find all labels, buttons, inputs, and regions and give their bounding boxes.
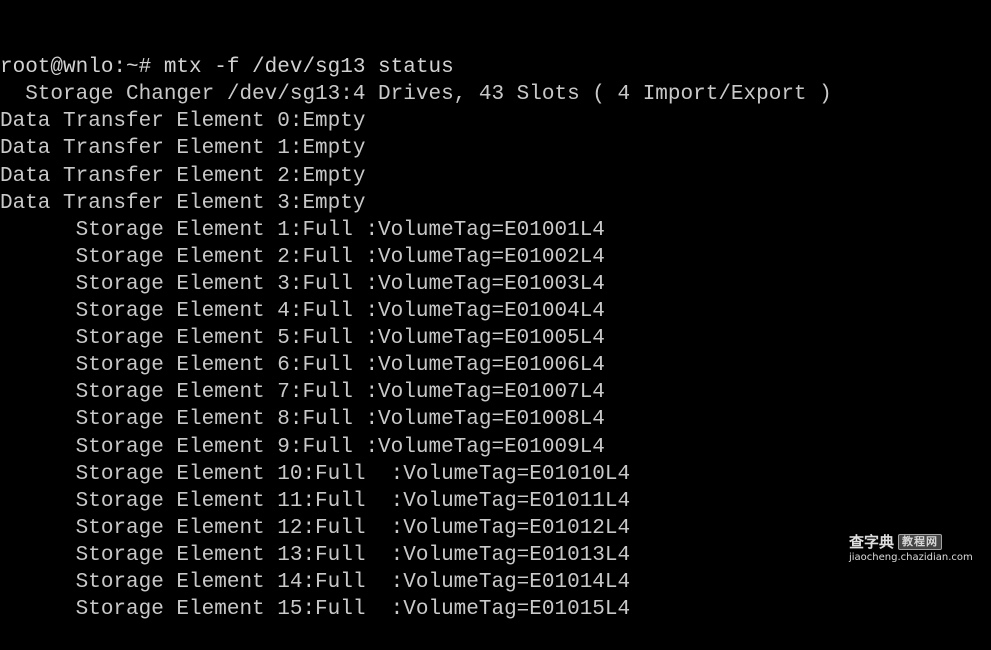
terminal-output-line: Data Transfer Element 0:Empty bbox=[0, 110, 366, 134]
terminal-output-line: Storage Element 7:Full :VolumeTag=E01007… bbox=[0, 381, 605, 405]
watermark-url: jiaocheng.chazidian.com bbox=[849, 552, 973, 563]
terminal-output-line: Storage Element 15:Full :VolumeTag=E0101… bbox=[0, 598, 631, 622]
terminal-output-line: Storage Element 10:Full :VolumeTag=E0101… bbox=[0, 462, 631, 486]
site-watermark: 查字典 教程网 jiaocheng.chazidian.com bbox=[849, 533, 988, 564]
watermark-chinese-badge: 教程网 bbox=[898, 534, 943, 550]
terminal-output-line: Storage Element 5:Full :VolumeTag=E01005… bbox=[0, 327, 605, 351]
watermark-chinese-title: 查字典 bbox=[849, 532, 895, 551]
terminal-prompt-line: root@wnlo:~# mtx -f /dev/sg13 status bbox=[0, 56, 454, 80]
terminal-output-line: Storage Element 6:Full :VolumeTag=E01006… bbox=[0, 354, 605, 378]
terminal-output-line: Storage Element 4:Full :VolumeTag=E01004… bbox=[0, 300, 605, 324]
terminal-output-line: Storage Changer /dev/sg13:4 Drives, 43 S… bbox=[0, 83, 832, 107]
terminal-output: root@wnlo:~# mtx -f /dev/sg13 status Sto… bbox=[0, 54, 991, 623]
terminal-output-line: Storage Element 14:Full :VolumeTag=E0101… bbox=[0, 570, 631, 594]
terminal-output-line: Storage Element 3:Full :VolumeTag=E01003… bbox=[0, 272, 605, 296]
terminal-output-line: Data Transfer Element 1:Empty bbox=[0, 137, 366, 161]
terminal-output-line: Storage Element 13:Full :VolumeTag=E0101… bbox=[0, 543, 631, 567]
terminal-output-line: Storage Element 9:Full :VolumeTag=E01009… bbox=[0, 435, 605, 459]
terminal-output-line: Storage Element 2:Full :VolumeTag=E01002… bbox=[0, 245, 605, 269]
terminal-output-line: Storage Element 8:Full :VolumeTag=E01008… bbox=[0, 408, 605, 432]
terminal-output-line: Storage Element 1:Full :VolumeTag=E01001… bbox=[0, 218, 605, 242]
terminal-output-line: Data Transfer Element 2:Empty bbox=[0, 164, 366, 188]
watermark-title-row: 查字典 教程网 bbox=[849, 532, 943, 551]
terminal-output-line: Data Transfer Element 3:Empty bbox=[0, 191, 366, 215]
terminal-output-line: Storage Element 11:Full :VolumeTag=E0101… bbox=[0, 489, 631, 513]
terminal-window[interactable]: root@wnlo:~# mtx -f /dev/sg13 status Sto… bbox=[0, 0, 991, 621]
terminal-output-line: Storage Element 12:Full :VolumeTag=E0101… bbox=[0, 516, 631, 540]
